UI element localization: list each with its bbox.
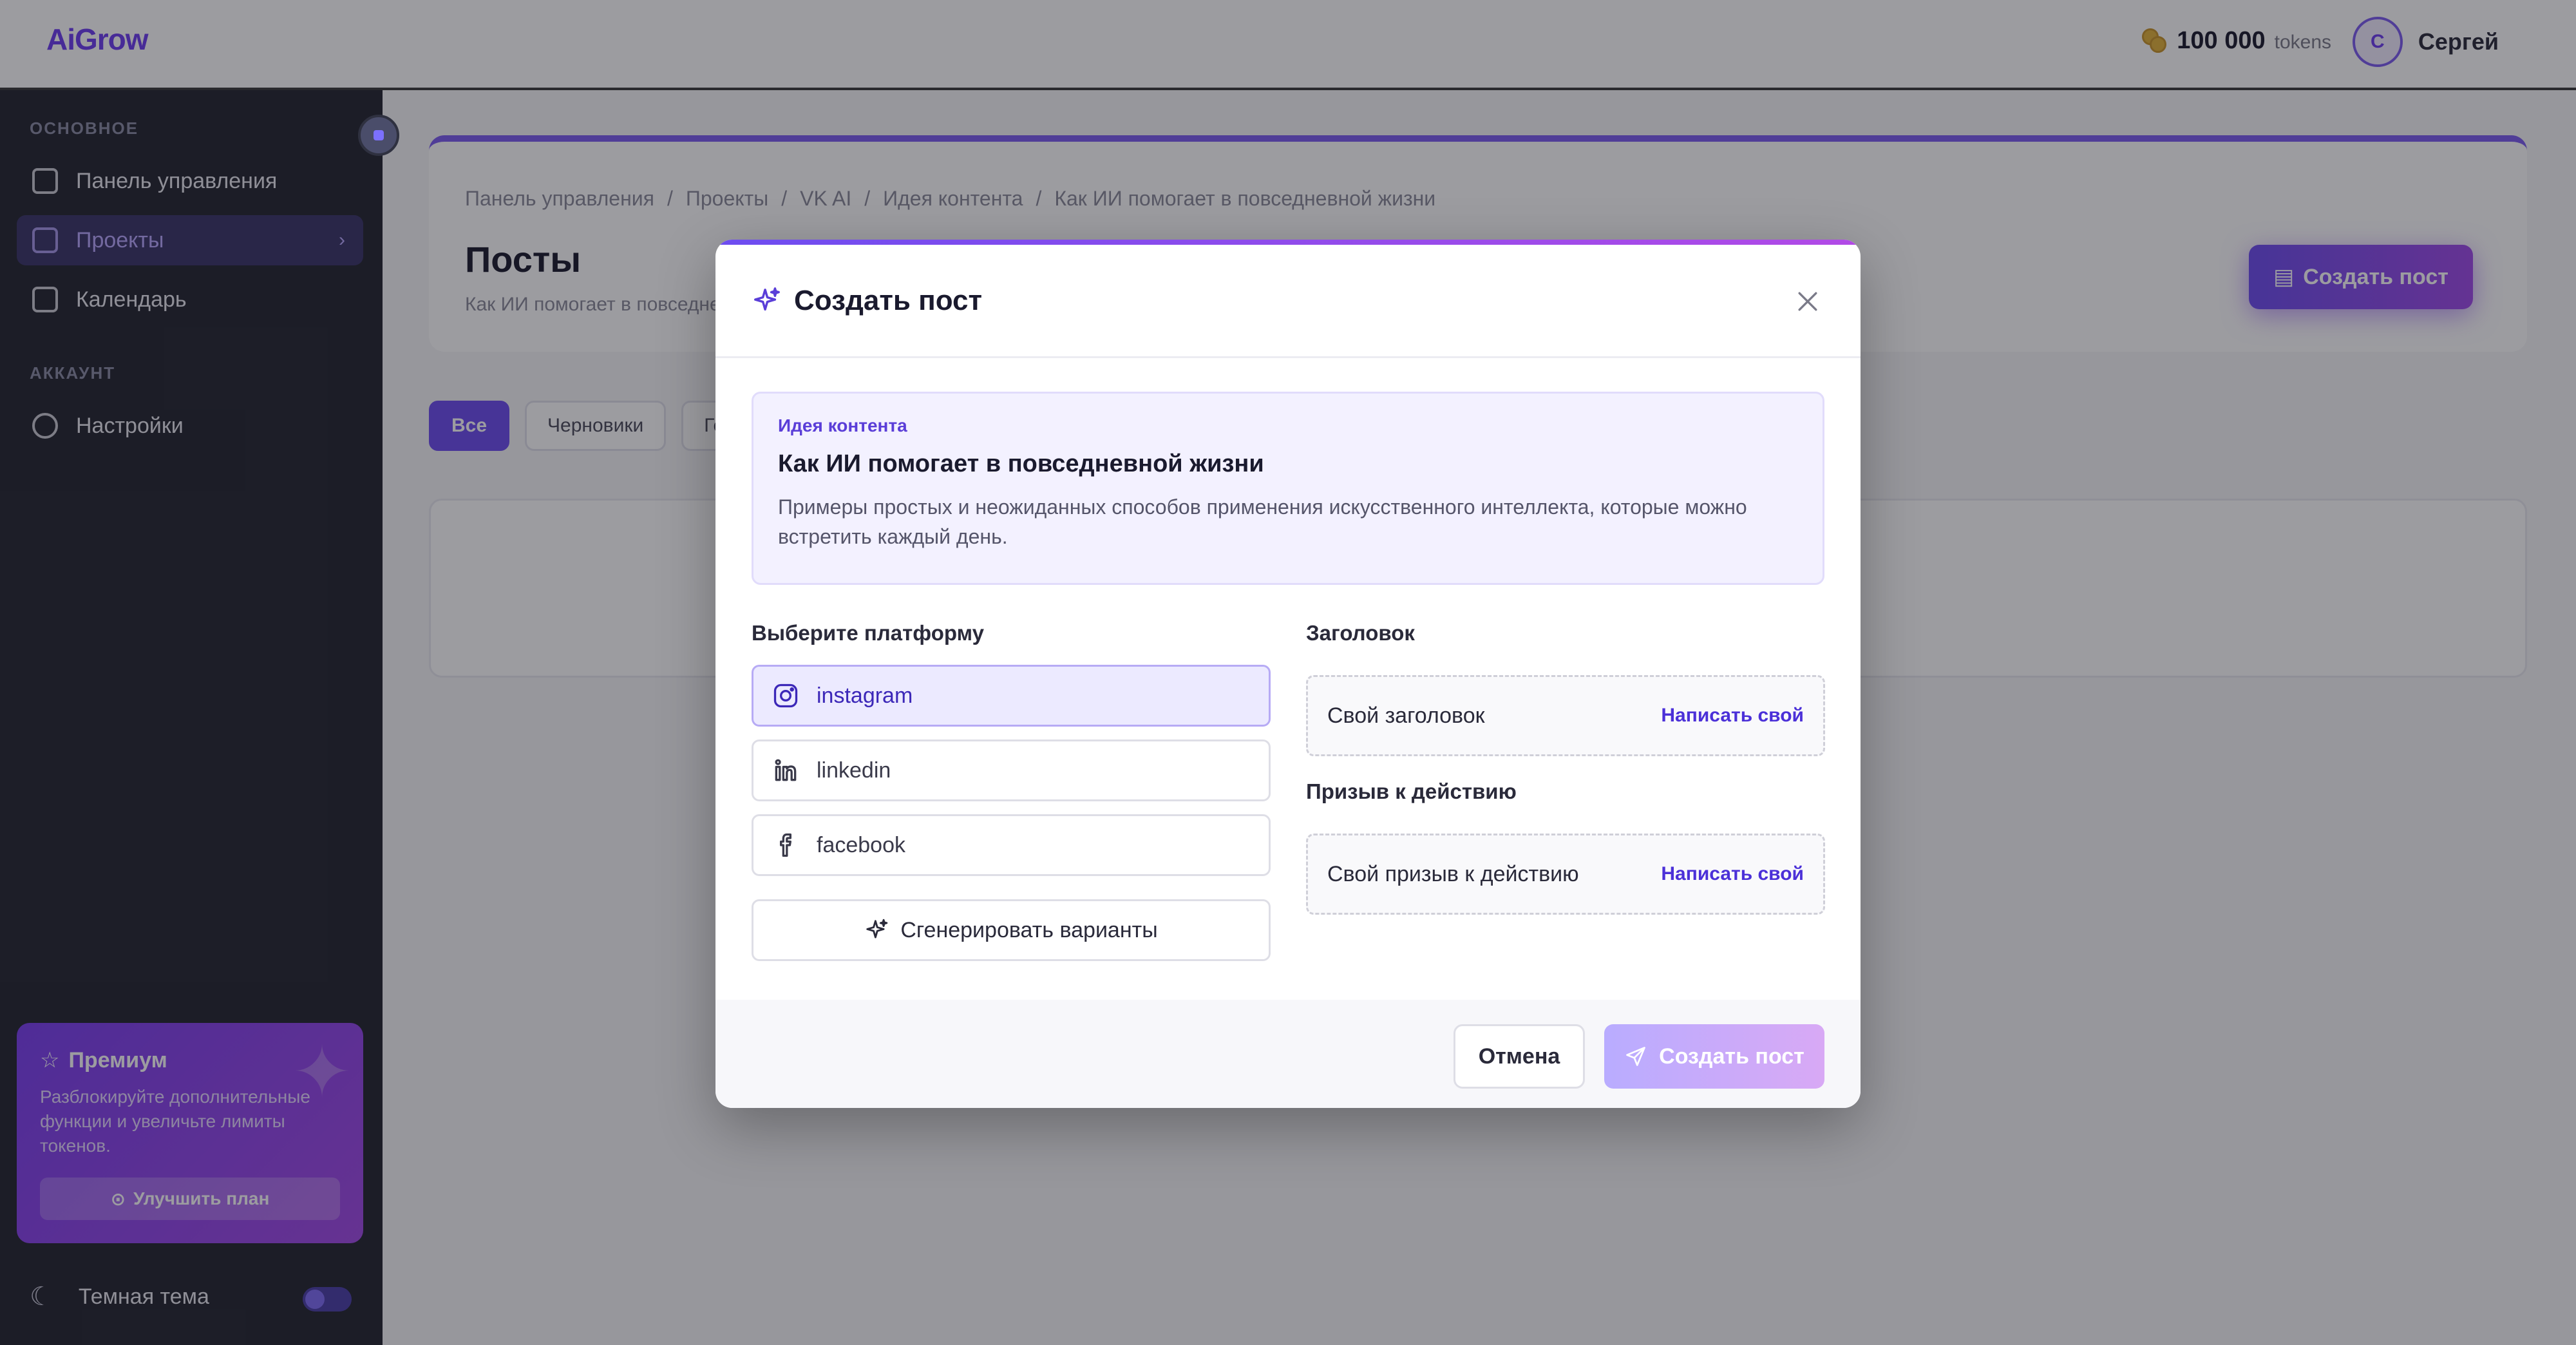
sparkles-icon — [754, 287, 780, 311]
sparkles-icon — [866, 919, 888, 939]
content-idea-label: Идея контента — [778, 415, 907, 435]
linkedin-icon — [775, 759, 797, 781]
modal-footer: Отмена Создать пост — [715, 1000, 1861, 1108]
cta-label: Призыв к действию — [1306, 779, 1517, 803]
send-icon — [1626, 1047, 1646, 1066]
submit-create-post-button[interactable]: Создать пост — [1604, 1024, 1824, 1089]
modal-title-text: Создать пост — [794, 285, 983, 316]
instagram-icon — [773, 683, 798, 708]
submit-create-post-label: Создать пост — [1659, 1044, 1804, 1069]
write-headline-link[interactable]: Написать свой — [1661, 705, 1804, 727]
cta-field[interactable]: Свой призыв к действию Написать свой — [1306, 834, 1825, 915]
content-idea-title: Как ИИ помогает в повседневной жизни — [778, 450, 1264, 477]
platform-label-linkedin: linkedin — [817, 758, 891, 783]
platform-label: Выберите платформу — [752, 621, 984, 645]
facebook-icon — [780, 833, 791, 857]
headline-field[interactable]: Свой заголовок Написать свой — [1306, 675, 1825, 756]
sidebar-collapse-button[interactable] — [358, 115, 399, 156]
write-cta-link[interactable]: Написать свой — [1661, 863, 1804, 885]
platform-option-linkedin[interactable]: linkedin — [752, 739, 1271, 801]
generate-variants-button[interactable]: Сгенерировать варианты — [752, 899, 1271, 961]
headline-value: Свой заголовок — [1327, 703, 1485, 728]
generate-variants-label: Сгенерировать варианты — [900, 917, 1158, 942]
modal-header: Создать пост — [715, 245, 1861, 358]
platform-option-instagram[interactable]: instagram — [752, 665, 1271, 727]
cancel-button[interactable]: Отмена — [1454, 1024, 1585, 1089]
modal-title: Создать пост — [752, 285, 982, 317]
platform-label-instagram: instagram — [817, 683, 913, 708]
platform-option-facebook[interactable]: facebook — [752, 814, 1271, 876]
close-icon[interactable] — [1794, 287, 1822, 316]
create-post-modal: Создать пост Идея контента Как ИИ помога… — [715, 240, 1861, 1108]
headline-label: Заголовок — [1306, 621, 1415, 645]
content-idea-card: Идея контента Как ИИ помогает в повседне… — [752, 392, 1824, 585]
content-idea-description: Примеры простых и неожиданных способов п… — [778, 495, 1747, 548]
modal-accent-bar — [715, 240, 1861, 245]
platform-label-facebook: facebook — [817, 832, 905, 857]
cta-value: Свой призыв к действию — [1327, 861, 1579, 886]
